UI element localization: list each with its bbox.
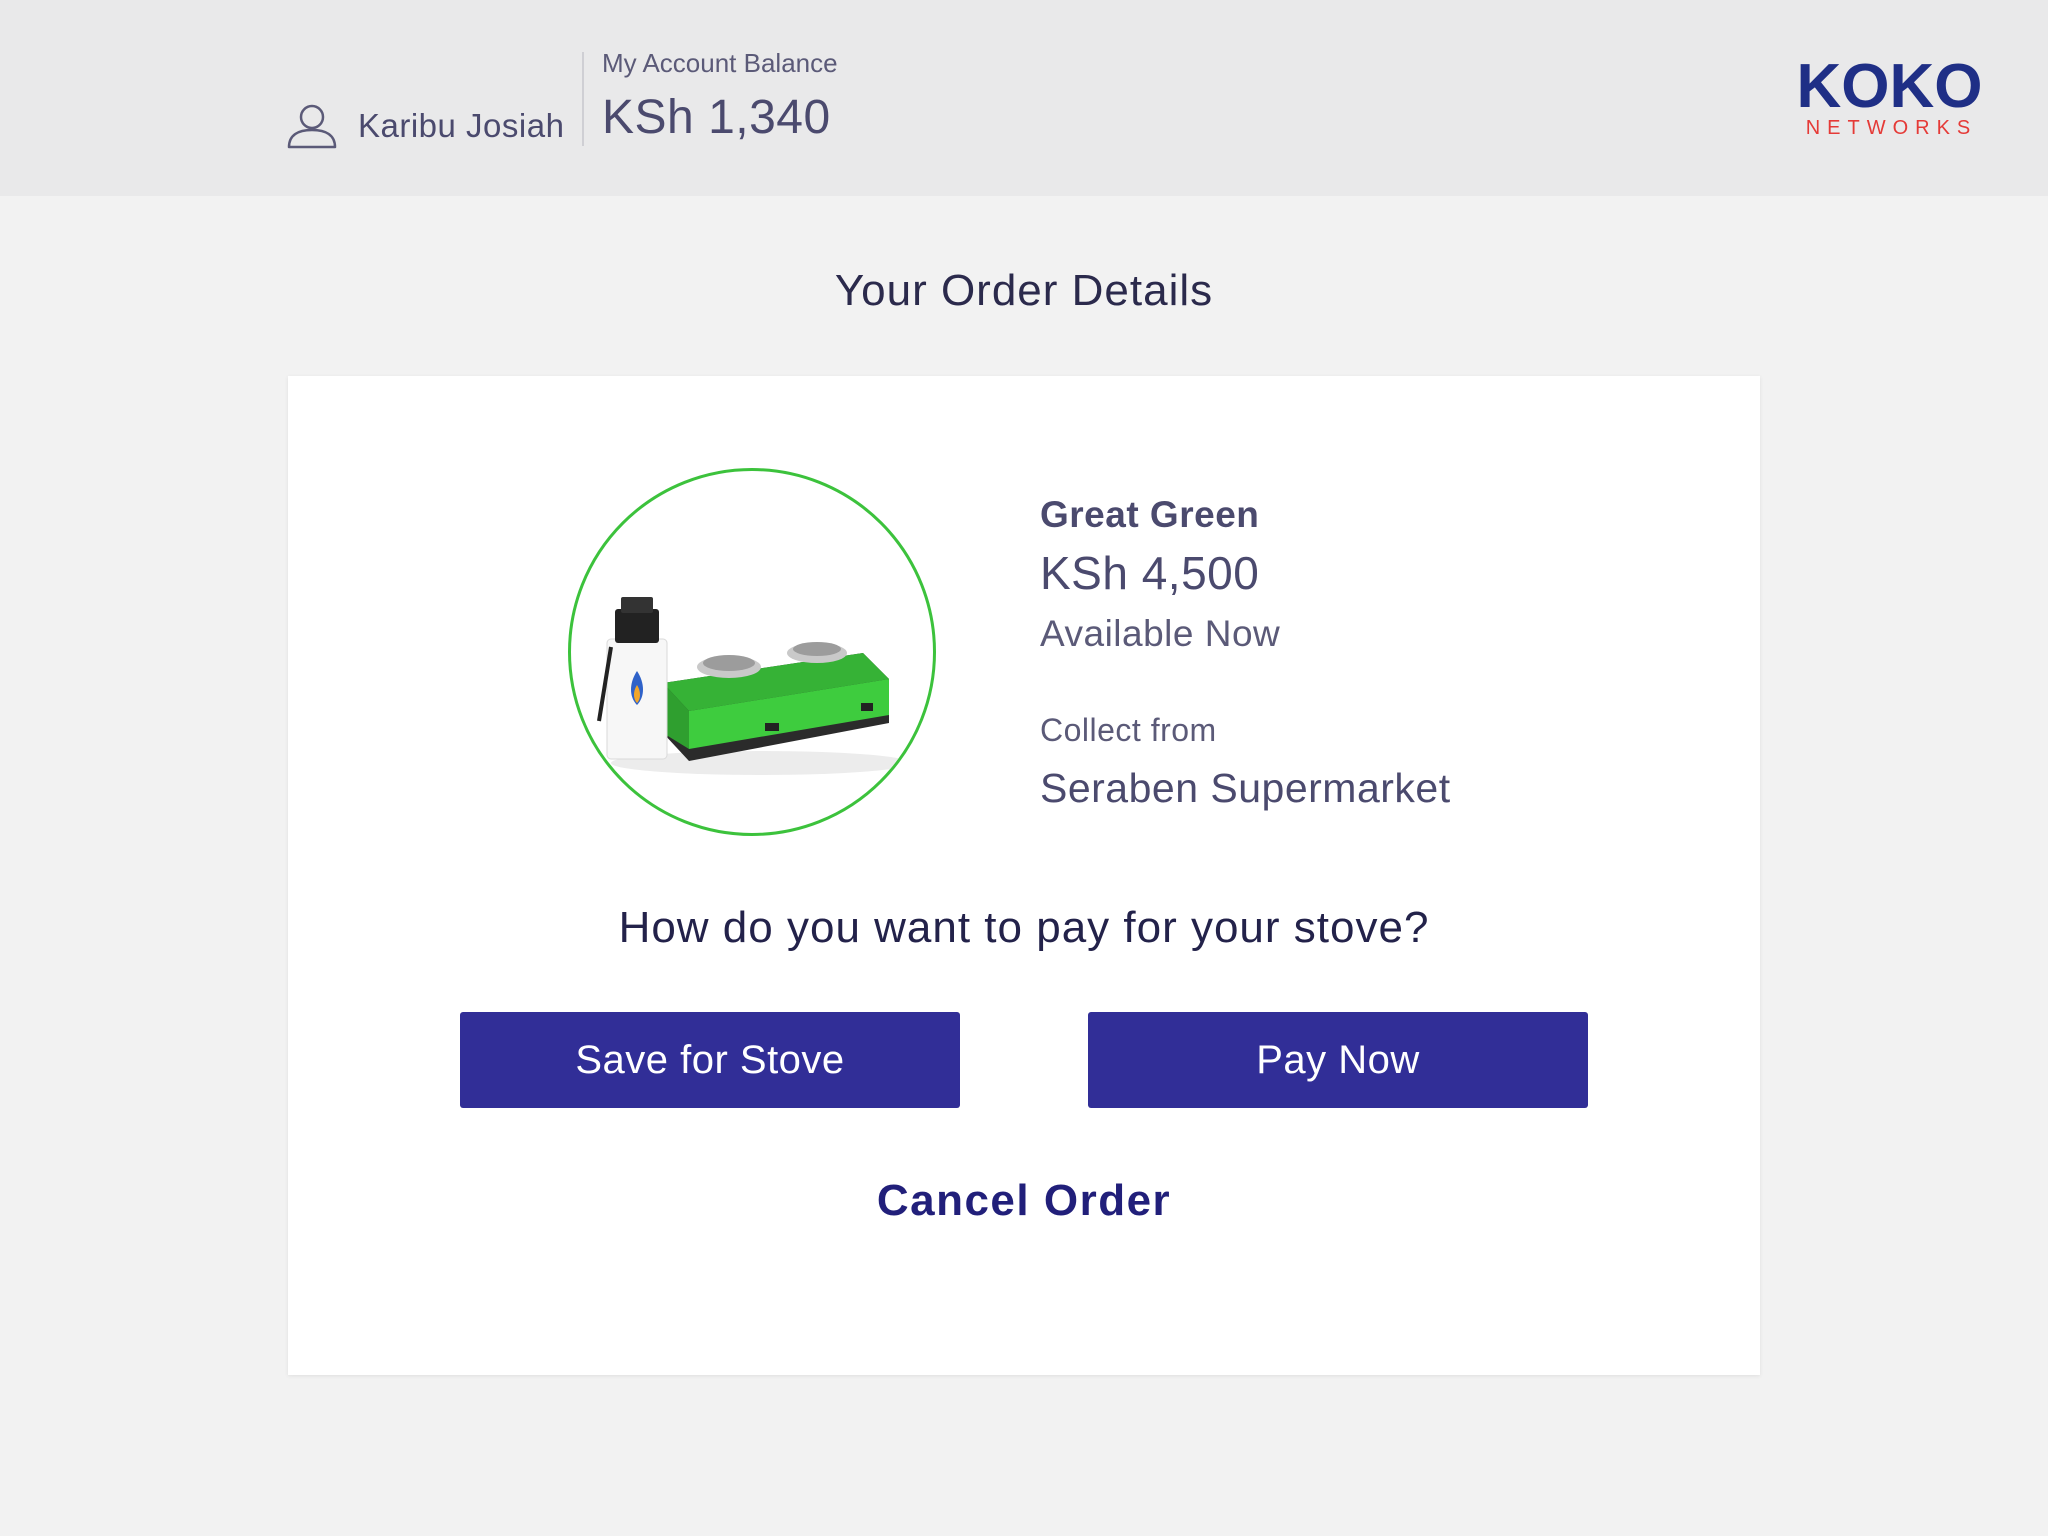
cancel-order-link[interactable]: Cancel Order <box>288 1176 1760 1226</box>
logo-secondary-text: NETWORKS <box>1805 117 1978 139</box>
product-price: KSh 4,500 <box>1040 547 1260 599</box>
order-card: Great Green KSh 4,500 Available Now Coll… <box>288 376 1760 1375</box>
product-name: Great Green <box>1040 494 1260 535</box>
logo-primary-text: KOKO <box>1796 52 1983 121</box>
collect-label: Collect from <box>1040 712 1217 748</box>
user-icon <box>287 104 337 149</box>
pay-now-button[interactable]: Pay Now <box>1088 1012 1588 1108</box>
balance-value: KSh 1,340 <box>602 91 831 144</box>
user-name: Karibu Josiah <box>358 107 565 144</box>
payment-question: How do you want to pay for your stove? <box>618 903 1430 952</box>
balance-label: My Account Balance <box>602 48 838 78</box>
save-for-stove-button[interactable]: Save for Stove <box>460 1012 960 1108</box>
stove-product-image <box>597 597 911 775</box>
user-profile[interactable]: Karibu Josiah <box>286 98 564 154</box>
product-availability: Available Now <box>1040 613 1281 654</box>
page-title: Your Order Details <box>834 266 1214 315</box>
collect-location: Seraben Supermarket <box>1040 765 1451 811</box>
product-image-frame <box>568 468 936 836</box>
koko-networks-logo: KOKO NETWORKS <box>1792 56 1987 140</box>
header-divider <box>582 52 584 146</box>
header-bar: Karibu Josiah My Account Balance KSh 1,3… <box>0 0 2048 196</box>
